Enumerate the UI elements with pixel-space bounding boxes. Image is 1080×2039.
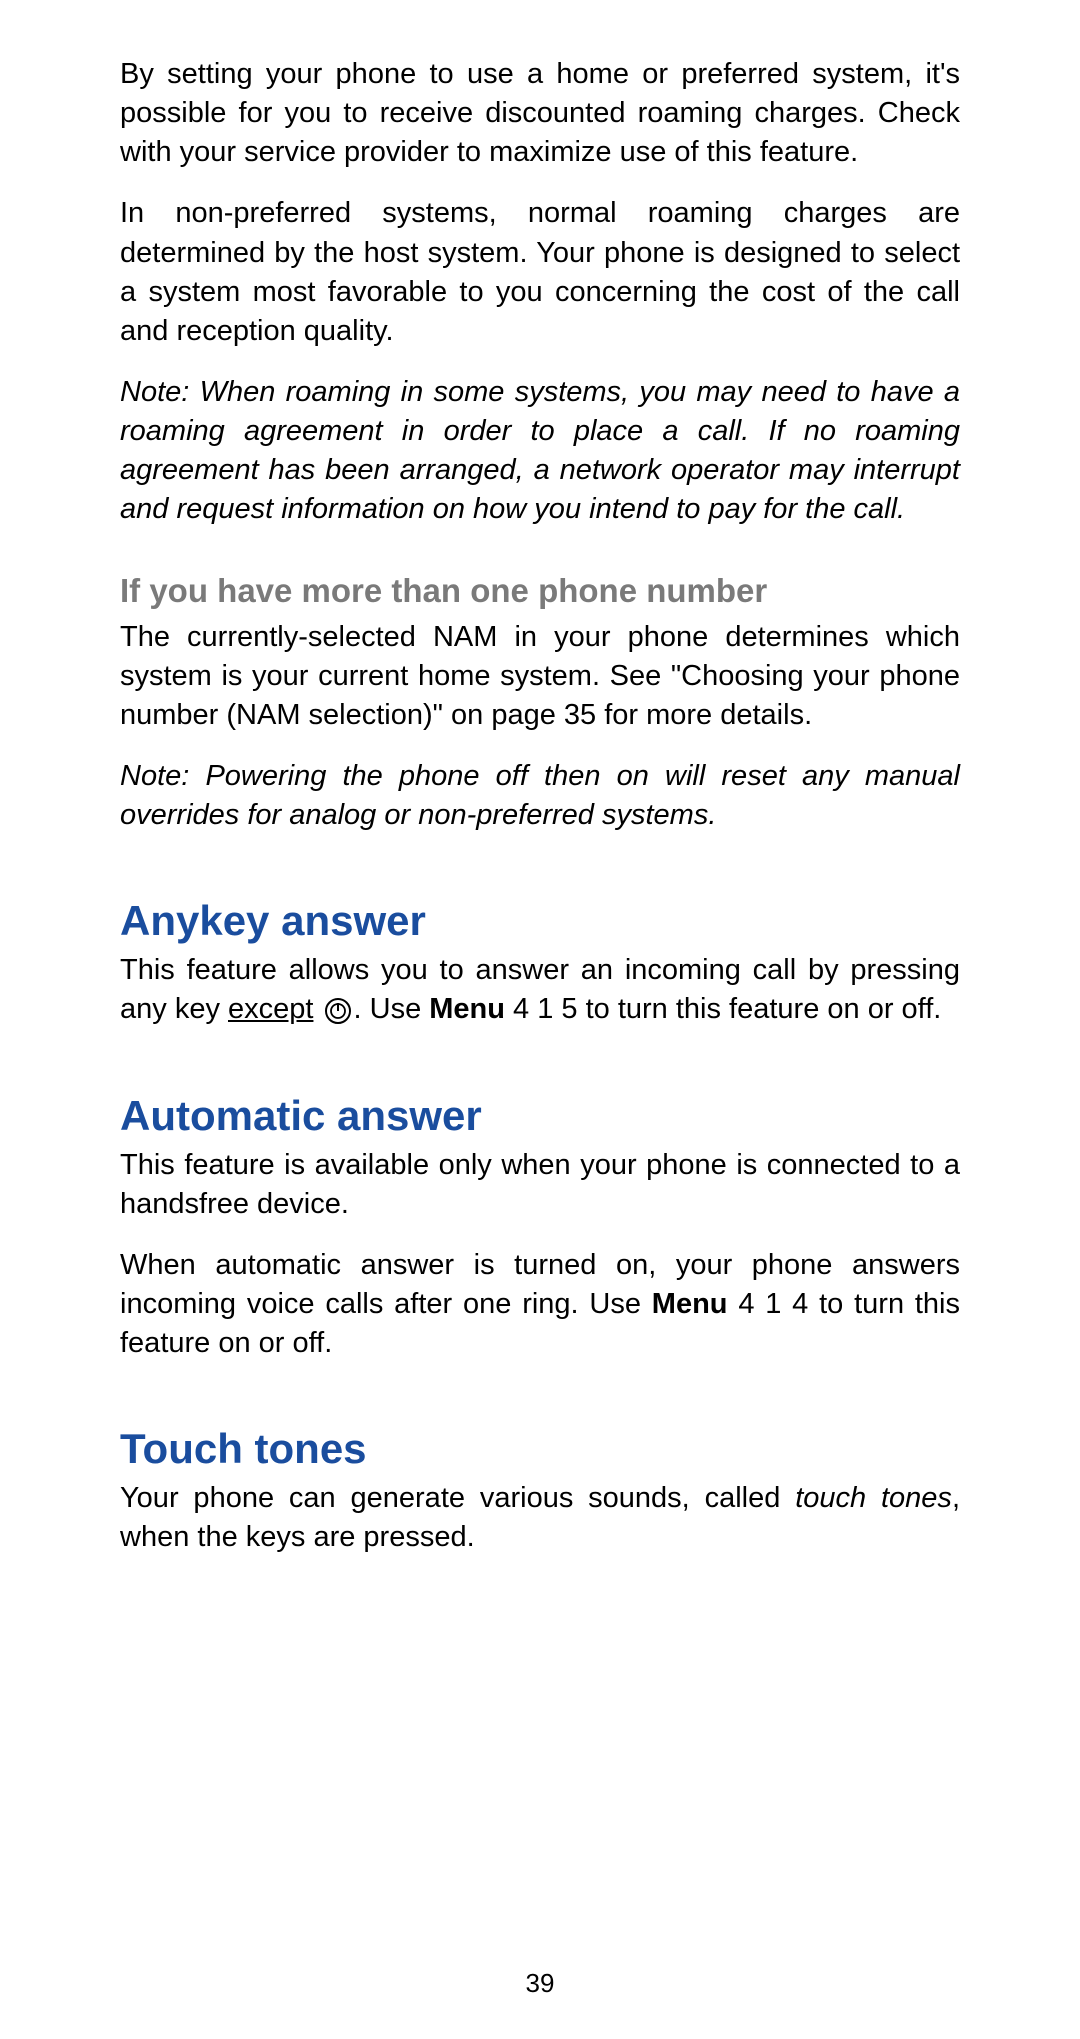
body-paragraph: This feature allows you to answer an inc… [120, 951, 960, 1029]
note-paragraph: Note: Powering the phone off then on wil… [120, 757, 960, 835]
bold-text: Menu [652, 1288, 728, 1320]
body-paragraph: When automatic answer is turned on, your… [120, 1246, 960, 1363]
note-paragraph: Note: When roaming in some systems, you … [120, 373, 960, 530]
text-span: . Use [354, 993, 430, 1025]
power-icon [324, 997, 352, 1025]
body-paragraph: In non-preferred systems, normal roaming… [120, 194, 960, 351]
italic-text: touch tones [795, 1482, 952, 1514]
section-heading-touchtones: Touch tones [120, 1425, 960, 1473]
body-paragraph: Your phone can generate various sounds, … [120, 1479, 960, 1557]
text-span: 4 1 5 to turn this feature on or off. [505, 993, 941, 1025]
page-number: 39 [0, 1968, 1080, 1999]
body-paragraph: By setting your phone to use a home or p… [120, 55, 960, 172]
text-span: Your phone can generate various sounds, … [120, 1482, 795, 1514]
bold-text: Menu [429, 993, 505, 1025]
body-paragraph: This feature is available only when your… [120, 1146, 960, 1224]
section-heading-automatic: Automatic answer [120, 1092, 960, 1140]
body-paragraph: The currently-selected NAM in your phone… [120, 618, 960, 735]
section-heading-anykey: Anykey answer [120, 897, 960, 945]
subsection-heading: If you have more than one phone number [120, 572, 960, 610]
underline-text: except [228, 993, 313, 1025]
